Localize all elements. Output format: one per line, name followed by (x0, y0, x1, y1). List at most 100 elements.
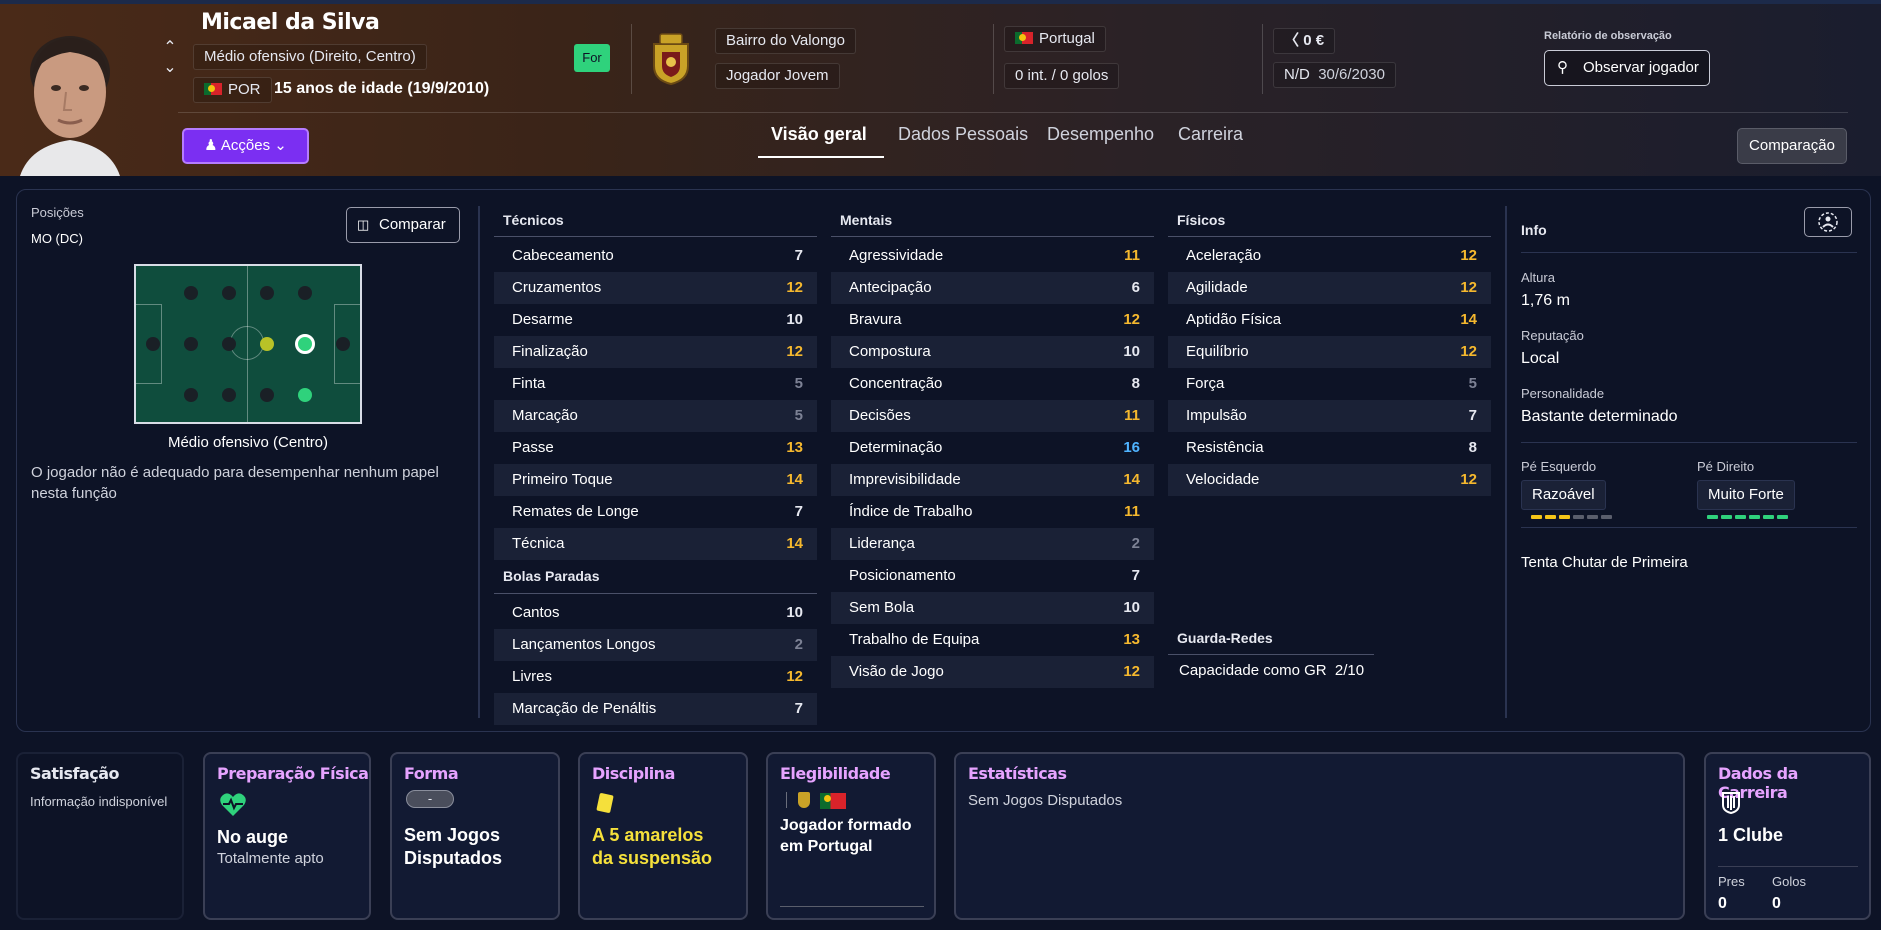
pitch-position-dot[interactable] (222, 286, 236, 300)
attribute-row[interactable]: Impulsão 7 (1168, 400, 1491, 432)
attribute-row[interactable]: Agressividade 11 (831, 240, 1154, 272)
attribute-value: 7 (794, 247, 803, 264)
info-profile-button[interactable] (1804, 207, 1852, 237)
pitch-position-dot-natural[interactable] (298, 388, 312, 402)
technical-title: Técnicos (503, 212, 564, 228)
scout-report-label: Relatório de observação (1544, 30, 1672, 42)
attribute-name: Antecipação (849, 279, 932, 296)
attribute-row[interactable]: Liderança 2 (831, 528, 1154, 560)
attribute-value: 7 (1131, 567, 1140, 584)
attribute-row[interactable]: Agilidade 12 (1168, 272, 1491, 304)
attribute-row[interactable]: Livres 12 (494, 661, 817, 693)
attribute-row[interactable]: Marcação de Penáltis 7 (494, 693, 817, 725)
attribute-row[interactable]: Técnica 14 (494, 528, 817, 560)
attribute-name: Posicionamento (849, 567, 956, 584)
eligibility-card[interactable]: Elegibilidade Jogador formado em Portuga… (766, 752, 936, 920)
career-goals-label: Golos (1772, 874, 1806, 889)
level-segment (1721, 515, 1732, 519)
observe-player-button[interactable]: ⚲ Observar jogador (1544, 50, 1710, 86)
compare-button[interactable]: ◫ Comparar (346, 207, 460, 243)
attribute-row[interactable]: Determinação 16 (831, 432, 1154, 464)
tab-personal-data[interactable]: Dados Pessoais (898, 124, 1028, 145)
section-rule (494, 593, 817, 594)
attribute-row[interactable]: Resistência 8 (1168, 432, 1491, 464)
attribute-value: 11 (1124, 407, 1140, 424)
attribute-row[interactable]: Força 5 (1168, 368, 1491, 400)
attribute-name: Desarme (512, 311, 573, 328)
attribute-row[interactable]: Lançamentos Longos 2 (494, 629, 817, 661)
attribute-row[interactable]: Finta 5 (494, 368, 817, 400)
attribute-row[interactable]: Aptidão Física 14 (1168, 304, 1491, 336)
attribute-row[interactable]: Desarme 10 (494, 304, 817, 336)
attribute-name: Imprevisibilidade (849, 471, 961, 488)
pitch-position-dot[interactable] (222, 337, 236, 351)
attribute-row[interactable]: Primeiro Toque 14 (494, 464, 817, 496)
pitch-position-dot[interactable] (184, 388, 198, 402)
attribute-name: Decisões (849, 407, 911, 424)
attribute-row[interactable]: Índice de Trabalho 11 (831, 496, 1154, 528)
attribute-row[interactable]: Cantos 10 (494, 597, 817, 629)
attribute-row[interactable]: Cabeceamento 7 (494, 240, 817, 272)
attribute-row[interactable]: Trabalho de Equipa 13 (831, 624, 1154, 656)
attribute-row[interactable]: Antecipação 6 (831, 272, 1154, 304)
attribute-row[interactable]: Sem Bola 10 (831, 592, 1154, 624)
attribute-row[interactable]: Finalização 12 (494, 336, 817, 368)
tab-performance[interactable]: Desempenho (1047, 124, 1154, 145)
club-chip[interactable]: Bairro do Valongo (715, 28, 856, 54)
actions-button[interactable]: ♟ Acções ⌄ (182, 128, 309, 164)
caps-goals-chip: 0 int. / 0 golos (1004, 63, 1120, 89)
pitch-position-dot[interactable] (146, 337, 160, 351)
discipline-card[interactable]: Disciplina A 5 amarelos da suspensão (578, 752, 748, 920)
section-rule (1168, 236, 1491, 237)
price-tag-icon: 〈 (1284, 32, 1300, 49)
pitch-position-dot[interactable] (184, 286, 198, 300)
attribute-row[interactable]: Marcação 5 (494, 400, 817, 432)
attribute-name: Marcação de Penáltis (512, 700, 657, 717)
pitch-position-dot[interactable] (298, 286, 312, 300)
fitness-card[interactable]: Preparação Física No auge Totalmente apt… (203, 752, 371, 920)
attribute-name: Agressividade (849, 247, 944, 264)
attribute-row[interactable]: Posicionamento 7 (831, 560, 1154, 592)
attribute-row[interactable]: Bravura 12 (831, 304, 1154, 336)
attribute-row[interactable]: Aceleração 12 (1168, 240, 1491, 272)
attribute-row[interactable]: Concentração 8 (831, 368, 1154, 400)
attribute-row[interactable]: Compostura 10 (831, 336, 1154, 368)
attribute-row[interactable]: Cruzamentos 12 (494, 272, 817, 304)
attribute-value: 13 (1123, 631, 1140, 648)
portugal-flag-icon (820, 793, 852, 812)
attribute-row[interactable]: Velocidade 12 (1168, 464, 1491, 496)
attribute-name: Determinação (849, 439, 943, 456)
pitch-position-dot[interactable] (184, 337, 198, 351)
pitch-position-dot-secondary[interactable] (260, 337, 274, 351)
pitch-position-dot[interactable] (260, 286, 274, 300)
form-card[interactable]: Forma - Sem Jogos Disputados (390, 752, 560, 920)
player-value: 0 € (1303, 32, 1325, 49)
yellow-card-icon (596, 792, 614, 814)
tab-career[interactable]: Carreira (1178, 124, 1243, 145)
career-clubs: 1 Clube (1718, 825, 1784, 845)
level-segment (1531, 515, 1542, 519)
comparison-button[interactable]: Comparação (1737, 128, 1847, 164)
attribute-name: Marcação (512, 407, 578, 424)
attribute-value: 6 (1131, 279, 1140, 296)
attribute-row[interactable]: Remates de Longe 7 (494, 496, 817, 528)
attribute-row[interactable]: Visão de Jogo 12 (831, 656, 1154, 688)
attribute-row[interactable]: Imprevisibilidade 14 (831, 464, 1154, 496)
pitch-position-dot-selected[interactable] (295, 334, 315, 354)
attribute-value: 12 (1460, 471, 1477, 488)
attribute-row[interactable]: Passe 13 (494, 432, 817, 464)
next-player-arrow-icon[interactable]: ⌄ (160, 58, 180, 78)
tab-overview[interactable]: Visão geral (771, 124, 867, 145)
pitch-position-dot[interactable] (222, 388, 236, 402)
attribute-value: 12 (1460, 343, 1477, 360)
eligibility-title: Elegibilidade (780, 764, 891, 783)
career-card[interactable]: Dados da Carreira 1 Clube Pres 0 Golos 0 (1704, 752, 1871, 920)
attribute-row[interactable]: Equilíbrio 12 (1168, 336, 1491, 368)
previous-player-arrow-icon[interactable]: ⌃ (160, 38, 180, 58)
pitch-position-dot[interactable] (260, 388, 274, 402)
statistics-card[interactable]: Estatísticas Sem Jogos Disputados (954, 752, 1685, 920)
country-chip[interactable]: Portugal (1004, 26, 1106, 52)
attribute-name: Força (1186, 375, 1225, 392)
pitch-position-dot[interactable] (336, 337, 350, 351)
attribute-row[interactable]: Decisões 11 (831, 400, 1154, 432)
